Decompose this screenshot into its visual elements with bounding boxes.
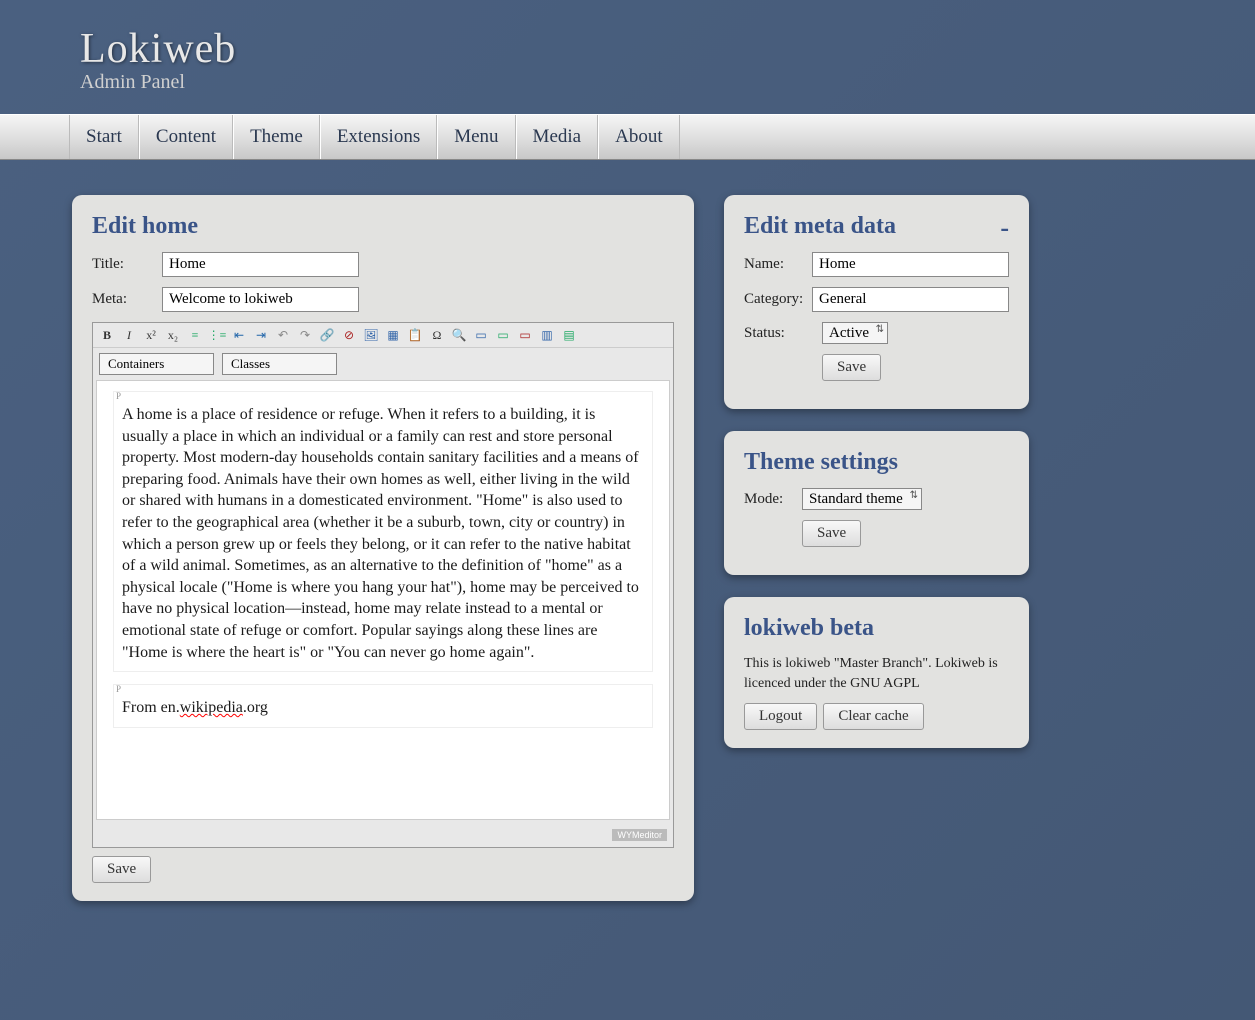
status-select[interactable]: Active [822, 322, 888, 344]
meta-input[interactable] [162, 287, 359, 312]
status-label: Status: [744, 325, 814, 342]
nav-menu[interactable]: Menu [437, 115, 515, 159]
save-meta-button[interactable]: Save [822, 354, 881, 381]
table-icon[interactable]: ▦ [385, 327, 401, 343]
app-subtitle: Admin Panel [80, 71, 1255, 94]
nav-extensions[interactable]: Extensions [320, 115, 437, 159]
app-header: Lokiweb Admin Panel [0, 0, 1255, 114]
link-icon[interactable]: 🔗 [319, 327, 335, 343]
redo-icon[interactable]: ↷ [297, 327, 313, 343]
nav-start[interactable]: Start [69, 115, 139, 159]
preview-icon[interactable]: 🔍 [451, 327, 467, 343]
rich-editor: B I x² x₂ ≡ ⋮≡ ⇤ ⇥ ↶ ↷ 🔗 ⊘ 🖼 ▦ 📋 Ω 🔍 ▭ ▭… [92, 322, 674, 848]
paste-icon[interactable]: 📋 [407, 327, 423, 343]
name-label: Name: [744, 256, 804, 273]
nav-content[interactable]: Content [139, 115, 233, 159]
app-title: Lokiweb [80, 25, 1255, 73]
content-paragraph-2[interactable]: From en.wikipedia.org [122, 697, 644, 719]
logout-button[interactable]: Logout [744, 703, 817, 730]
editor-canvas[interactable]: A home is a place of residence or refuge… [96, 380, 670, 820]
content-paragraph-1[interactable]: A home is a place of residence or refuge… [122, 404, 644, 663]
nav-media[interactable]: Media [516, 115, 599, 159]
classes-tab[interactable]: Classes [222, 353, 337, 375]
edit-heading: Edit home [92, 213, 674, 240]
name-input[interactable] [812, 252, 1009, 277]
main-nav: StartContentThemeExtensionsMenuMediaAbou… [0, 114, 1255, 160]
superscript-icon[interactable]: x² [143, 327, 159, 343]
title-label: Title: [92, 256, 154, 273]
indent-icon[interactable]: ⇥ [253, 327, 269, 343]
column-icon[interactable]: ▤ [561, 327, 577, 343]
subscript-icon[interactable]: x₂ [165, 327, 181, 343]
italic-icon[interactable]: I [121, 327, 137, 343]
outdent-icon[interactable]: ⇤ [231, 327, 247, 343]
beta-heading: lokiweb beta [744, 615, 1009, 642]
special-char-icon[interactable]: Ω [429, 327, 445, 343]
clear-cache-button[interactable]: Clear cache [823, 703, 923, 730]
ordered-list-icon[interactable]: ≡ [187, 327, 203, 343]
paragraph-block[interactable]: A home is a place of residence or refuge… [113, 391, 653, 672]
editor-toolbar: B I x² x₂ ≡ ⋮≡ ⇤ ⇥ ↶ ↷ 🔗 ⊘ 🖼 ▦ 📋 Ω 🔍 ▭ ▭… [93, 323, 673, 348]
wymeditor-badge: WYMeditor [612, 829, 667, 841]
nav-about[interactable]: About [598, 115, 680, 159]
theme-heading: Theme settings [744, 449, 1009, 476]
mode-select[interactable]: Standard theme [802, 488, 922, 510]
unordered-list-icon[interactable]: ⋮≡ [209, 327, 225, 343]
meta-label: Meta: [92, 291, 154, 308]
category-input[interactable] [812, 287, 1009, 312]
align-center-icon[interactable]: ▭ [495, 327, 511, 343]
category-label: Category: [744, 291, 804, 308]
undo-icon[interactable]: ↶ [275, 327, 291, 343]
nav-theme[interactable]: Theme [233, 115, 320, 159]
meta-panel: Edit meta data - Name: Category: Status:… [724, 195, 1029, 409]
bold-icon[interactable]: B [99, 327, 115, 343]
containers-tab[interactable]: Containers [99, 353, 214, 375]
row-icon[interactable]: ▥ [539, 327, 555, 343]
paragraph-block[interactable]: From en.wikipedia.org [113, 684, 653, 728]
meta-heading: Edit meta data [744, 213, 896, 239]
edit-content-panel: Edit home Title: Meta: B I x² x₂ ≡ ⋮≡ ⇤ … [72, 195, 694, 901]
collapse-icon[interactable]: - [1000, 213, 1009, 243]
title-input[interactable] [162, 252, 359, 277]
beta-panel: lokiweb beta This is lokiweb "Master Bra… [724, 597, 1029, 748]
beta-text: This is lokiweb "Master Branch". Lokiweb… [744, 654, 1009, 693]
save-content-button[interactable]: Save [92, 856, 151, 883]
align-left-icon[interactable]: ▭ [473, 327, 489, 343]
align-right-icon[interactable]: ▭ [517, 327, 533, 343]
mode-label: Mode: [744, 491, 794, 508]
theme-panel: Theme settings Mode: Standard theme Save [724, 431, 1029, 575]
image-icon[interactable]: 🖼 [363, 327, 379, 343]
save-theme-button[interactable]: Save [802, 520, 861, 547]
unlink-icon[interactable]: ⊘ [341, 327, 357, 343]
